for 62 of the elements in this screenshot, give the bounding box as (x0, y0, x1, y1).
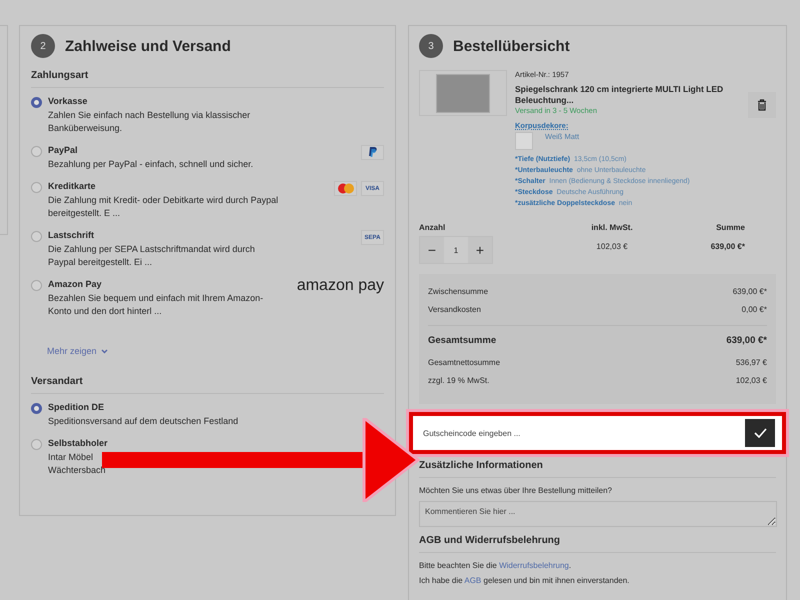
step-number: 3 (419, 34, 443, 58)
section-heading: Zusätzliche Informationen (419, 460, 776, 478)
option-description: Bezahlen Sie bequem und einfach mit Ihrem Amazon-Konto und den dort hinterl ... (48, 292, 264, 318)
radio-button[interactable] (31, 231, 42, 242)
checkmark-icon (754, 428, 766, 438)
option-description: Intar Möbel (48, 451, 94, 464)
info-question: Möchten Sie uns etwas über Ihre Bestellung mitteilen? (419, 486, 613, 495)
total-value: 102,03 € (736, 375, 767, 387)
section-title: Bestellübersicht (453, 38, 570, 54)
section-heading: AGB und Widerrufsbelehrung (419, 535, 776, 553)
option-description: Die Zahlung per SEPA Lastschriftmandat wird durch Paypal bereitgestellt. Ei ... (48, 243, 256, 269)
total-label: zzgl. 19 % MwSt. (428, 375, 490, 387)
option-label: PayPal (48, 145, 79, 155)
total-value: 0,00 €* (742, 304, 767, 316)
product-name[interactable]: Spiegelschrank 120 cm integrierte MULTI Light LED Beleuchtung... (515, 84, 740, 106)
agb-text: Ich habe die AGB gelesen und bin mit ihnen einverstanden. (419, 576, 630, 585)
radio-button[interactable] (31, 439, 42, 450)
option-description: Wächtersbach (48, 464, 107, 477)
option-description: Bezahlung per PayPal - einfach, schnell und sicher. (48, 158, 254, 171)
payment-logo: amazon pay (296, 277, 384, 295)
comment-field[interactable]: Kommentieren Sie hier ... (419, 501, 777, 527)
option-description: Die Zahlung mit Kredit- oder Debitkarte wird durch Paypal bereitgestellt. E ... (48, 194, 280, 220)
trash-icon (757, 99, 767, 111)
option-label: Spedition DE (48, 402, 105, 412)
column-header: inkl. MwSt. (590, 223, 634, 232)
section-heading: Versandart (31, 376, 384, 394)
total-value: 639,00 €* (726, 334, 767, 348)
total-label: Gesamtnettosumme (428, 357, 500, 369)
option-label: Amazon Pay (48, 279, 103, 289)
sum-amount: 639,00 €* (710, 242, 745, 251)
option-label: Lastschrift (48, 230, 96, 240)
step-number: 2 (31, 34, 55, 58)
increase-button[interactable]: + (468, 237, 492, 263)
option-label: Vorkasse (48, 96, 88, 106)
radio-button[interactable] (31, 403, 42, 414)
radio-button[interactable] (31, 97, 42, 108)
agb-text: Bitte beachten Sie die Widerrufsbelehrung. (419, 561, 572, 570)
option-description: Zahlen Sie einfach nach Bestellung via klassischer Banküberweisung. (48, 109, 252, 135)
option-label: Selbstabholer (48, 438, 109, 448)
radio-button[interactable] (31, 146, 42, 157)
section-heading: Zahlungsart (31, 70, 384, 88)
decor-swatch (515, 132, 533, 150)
radio-button[interactable] (31, 280, 42, 291)
total-label: Gesamtsumme (428, 334, 496, 348)
total-value: 639,00 €* (732, 286, 767, 298)
option-description: Speditionsversand auf dem deutschen Festland (48, 415, 240, 428)
total-label: Versandkosten (428, 304, 481, 316)
column-header: Anzahl (419, 223, 446, 232)
total-label: Zwischensumme (428, 286, 488, 298)
decrease-button[interactable]: − (420, 237, 444, 263)
total-value: 536,97 € (736, 357, 767, 369)
coupon-field[interactable]: Gutscheincode eingeben ... (413, 416, 738, 450)
delete-button[interactable] (748, 92, 776, 118)
card-logo-icon (334, 181, 357, 196)
column-header: Summe (715, 223, 745, 232)
option-label: Kreditkarte (48, 181, 97, 191)
submit-button[interactable] (738, 416, 782, 450)
chevron-icon (100, 348, 108, 354)
section-title: Zahlweise und Versand (65, 38, 231, 54)
tax-amount: 102,03 € (595, 242, 629, 251)
paypal-logo-icon (361, 145, 384, 160)
radio-button[interactable] (31, 182, 42, 193)
